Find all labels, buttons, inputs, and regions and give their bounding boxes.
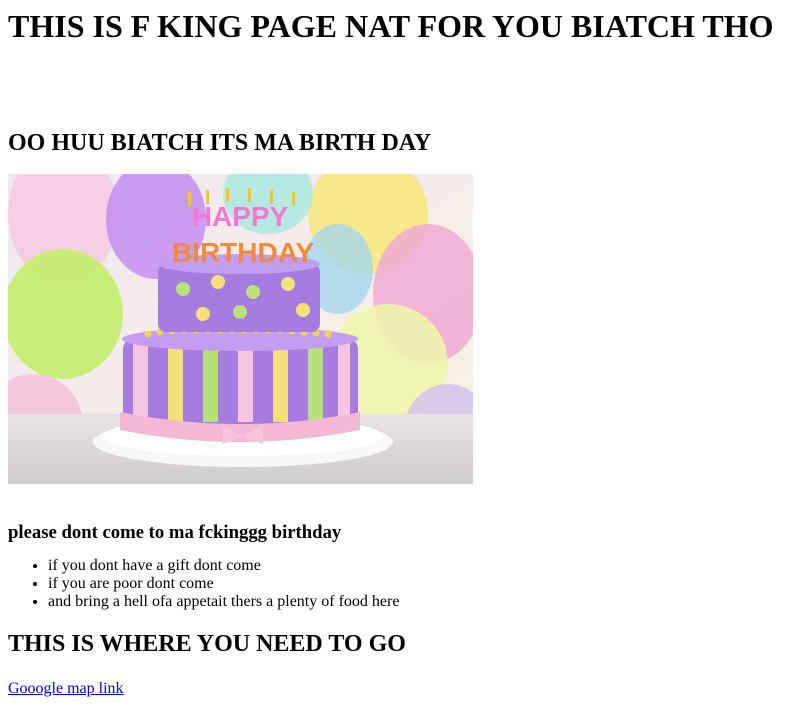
directions-heading: THIS IS WHERE YOU NEED TO GO — [8, 631, 406, 657]
page-title: THIS IS F KING PAGE NAT FOR YOU BIATCH T… — [8, 8, 774, 44]
rules-list: if you dont have a gift dont come if you… — [8, 557, 791, 611]
birthday-cake-image: HAPPY BIRTHDAY — [8, 174, 473, 484]
list-item: and bring a hell ofa appetait thers a pl… — [48, 593, 791, 611]
cake-text-happy: HAPPY — [192, 201, 289, 232]
list-item: if you dont have a gift dont come — [48, 557, 791, 575]
google-map-link[interactable]: Gooogle map link — [8, 680, 124, 697]
map-link-row: Gooogle map link — [8, 680, 791, 698]
list-item: if you are poor dont come — [48, 575, 791, 593]
birthday-heading: OO HUU BIATCH ITS MA BIRTH DAY — [8, 130, 432, 156]
cake-text-birthday: BIRTHDAY — [172, 237, 314, 268]
notice-heading: please dont come to ma fckinggg birthday — [8, 522, 342, 543]
